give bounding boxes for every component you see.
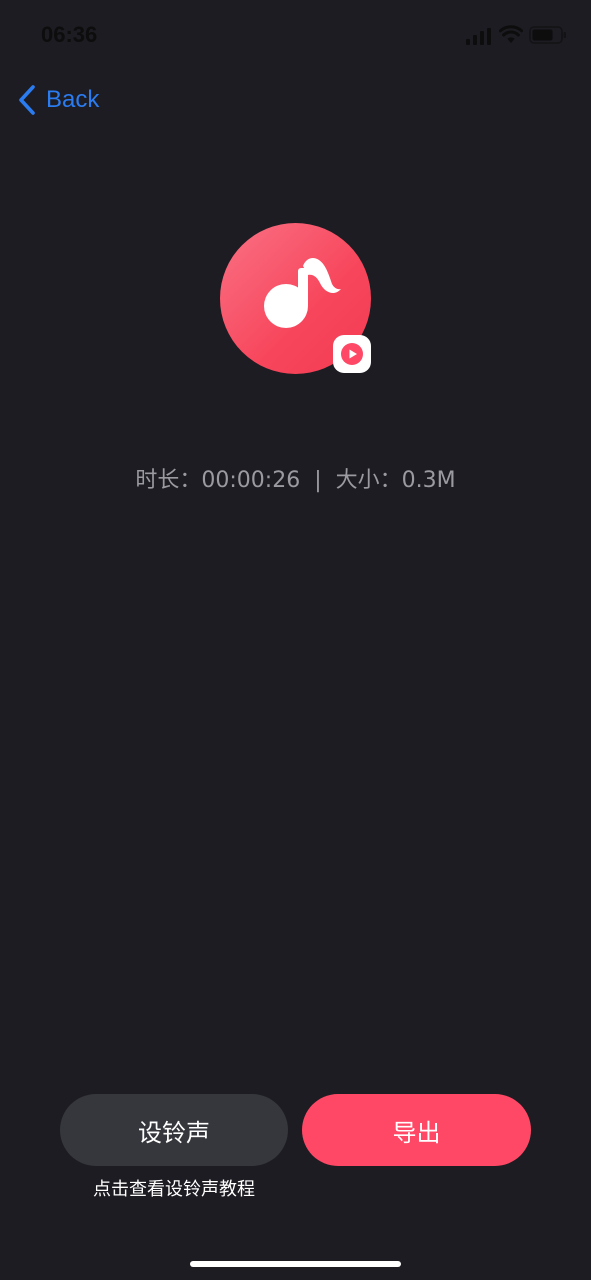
set-ringtone-label: 设铃声: [138, 1118, 210, 1147]
chevron-left-icon: [19, 85, 35, 115]
wifi-icon: [499, 25, 523, 43]
play-button[interactable]: [333, 335, 371, 373]
signal-icon: [466, 28, 491, 45]
set-ringtone-button[interactable]: 设铃声: [60, 1094, 288, 1166]
back-button[interactable]: Back: [16, 82, 99, 118]
music-note-icon: [264, 258, 341, 328]
back-label: Back: [46, 86, 100, 113]
duration-value: 00:00:26: [201, 468, 301, 493]
export-button[interactable]: 导出: [302, 1094, 531, 1166]
ringtone-tutorial-link[interactable]: 点击查看设铃声教程: [60, 1175, 288, 1201]
status-time: 06:36: [41, 22, 98, 47]
size-value: 0.3M: [401, 468, 456, 493]
duration-label: 时长：: [135, 468, 202, 493]
file-info: 时长：00:00:26 | 大小：0.3M: [0, 462, 591, 494]
home-indicator: [190, 1261, 401, 1267]
size-label: 大小：: [335, 468, 402, 493]
export-label: 导出: [392, 1118, 441, 1147]
play-icon: [341, 343, 363, 365]
battery-icon: [529, 26, 566, 44]
info-separator: |: [314, 468, 322, 493]
status-bar: 06:36: [0, 0, 591, 70]
